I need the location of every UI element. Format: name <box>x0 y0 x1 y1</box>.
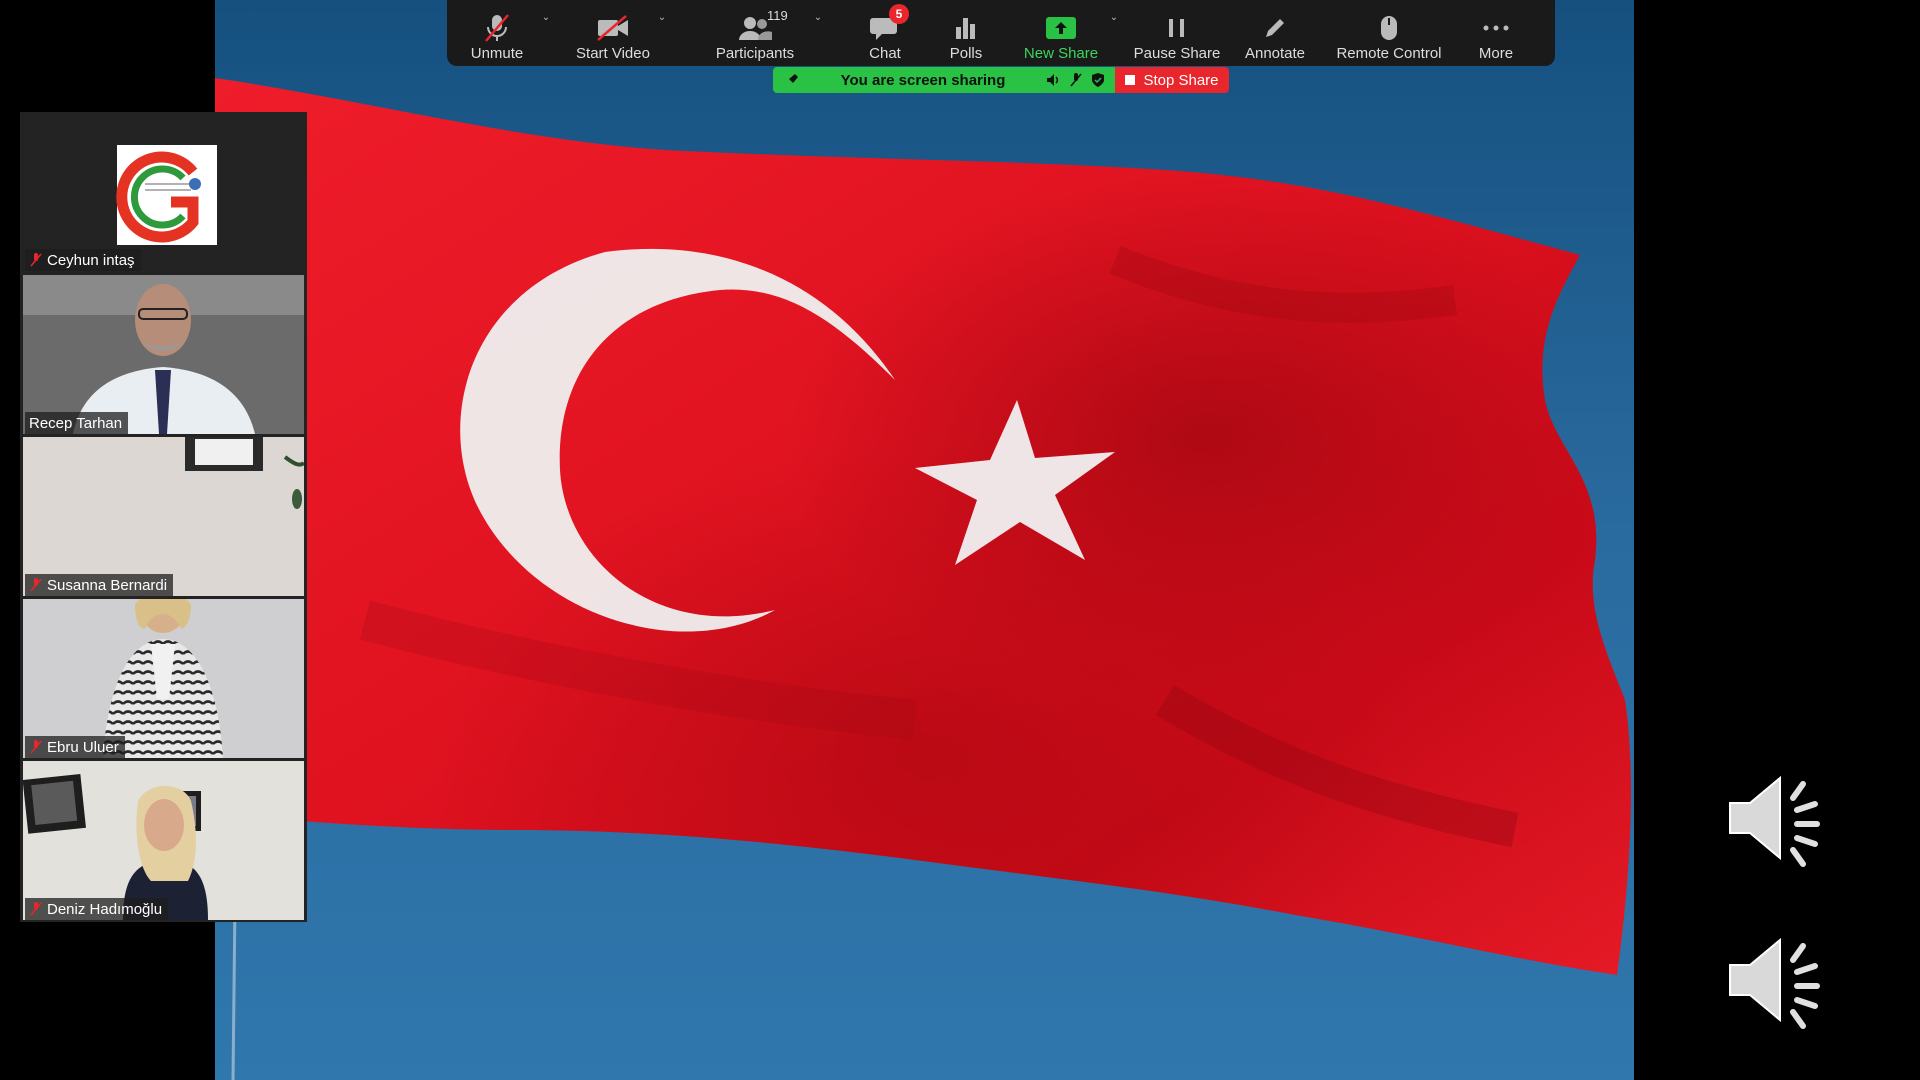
meeting-toolbar: Unmute ⌄ Start Video ⌄ Participants 119 … <box>447 0 1555 66</box>
remote-control-button[interactable]: Remote Control <box>1329 0 1449 66</box>
chevron-down-icon[interactable]: ⌄ <box>1107 12 1121 23</box>
participant-logo <box>116 145 217 245</box>
share-screen-icon <box>1045 11 1077 45</box>
chat-button[interactable]: Chat 5 <box>845 0 925 66</box>
participant-name-tag: Susanna Bernardi <box>25 574 174 596</box>
participants-button[interactable]: Participants 119 ⌄ <box>695 0 822 66</box>
turkish-flag-image <box>215 0 1634 1080</box>
pencil-icon <box>1262 11 1288 45</box>
more-label: More <box>1478 45 1514 62</box>
participant-name-tag: Deniz Hadımoğlu <box>25 898 169 920</box>
chevron-down-icon[interactable]: ⌄ <box>811 12 825 23</box>
microphone-muted-icon[interactable] <box>1065 72 1087 88</box>
annotate-label: Annotate <box>1244 45 1306 62</box>
microphone-muted-icon <box>30 740 42 754</box>
chat-unread-badge: 5 <box>889 4 909 24</box>
chevron-down-icon[interactable]: ⌄ <box>655 12 669 23</box>
remote-control-label: Remote Control <box>1336 45 1442 62</box>
participant-tile[interactable]: Recep Tarhan <box>23 275 304 434</box>
new-share-button[interactable]: New Share ⌄ <box>1013 0 1118 66</box>
participant-tile[interactable]: Ebru Uluer <box>23 599 304 758</box>
mouse-icon <box>1379 11 1399 45</box>
annotate-button[interactable]: Annotate <box>1235 0 1315 66</box>
participant-video <box>23 599 304 758</box>
participant-name: Susanna Bernardi <box>47 576 168 594</box>
participants-count: 119 <box>767 8 788 23</box>
new-share-label: New Share <box>1023 45 1099 62</box>
polls-label: Polls <box>949 45 983 62</box>
speaker-icon[interactable] <box>1725 930 1825 1030</box>
participant-name: Deniz Hadımoğlu <box>47 900 163 918</box>
screen-sharing-banner: You are screen sharing <box>773 67 1115 93</box>
participant-video <box>23 275 304 434</box>
participant-tile[interactable]: Ceyhun intaş <box>23 112 304 271</box>
video-off-icon <box>596 11 630 45</box>
shared-screen <box>215 0 1634 1080</box>
pause-icon <box>1166 11 1188 45</box>
participant-name-tag: Ebru Uluer <box>25 736 125 758</box>
polls-icon <box>953 11 979 45</box>
start-video-label: Start Video <box>576 45 650 62</box>
stop-share-label: Stop Share <box>1143 71 1219 89</box>
participant-gallery: Ceyhun intaş Recep Tarhan Susanna Bernar… <box>20 112 307 922</box>
unmute-label: Unmute <box>470 45 524 62</box>
participant-video <box>23 437 304 596</box>
participants-label: Participants <box>715 45 795 62</box>
microphone-muted-icon <box>482 11 512 45</box>
unmute-button[interactable]: Unmute ⌄ <box>447 0 550 66</box>
participant-tile[interactable]: Deniz Hadımoğlu <box>23 761 304 920</box>
participant-name: Ebru Uluer <box>47 738 119 756</box>
chat-label: Chat <box>869 45 901 62</box>
participant-name: Recep Tarhan <box>29 414 123 432</box>
speaker-icon[interactable] <box>1725 768 1825 868</box>
chevron-down-icon[interactable]: ⌄ <box>539 12 553 23</box>
stop-share-button[interactable]: Stop Share <box>1115 67 1229 93</box>
participant-video <box>23 761 304 920</box>
screen-sharing-message: You are screen sharing <box>840 71 1006 89</box>
polls-button[interactable]: Polls <box>931 0 1001 66</box>
more-button[interactable]: More <box>1461 0 1531 66</box>
participant-name-tag: Ceyhun intaş <box>25 249 141 271</box>
pin-icon[interactable] <box>781 73 803 87</box>
more-dots-icon <box>1481 11 1511 45</box>
audio-icon[interactable] <box>1043 73 1065 87</box>
microphone-muted-icon <box>30 578 42 592</box>
participant-tile[interactable]: Susanna Bernardi <box>23 437 304 596</box>
microphone-muted-icon <box>30 902 42 916</box>
participant-name-tag: Recep Tarhan <box>25 412 129 434</box>
microphone-muted-icon <box>30 253 42 267</box>
participant-name: Ceyhun intaş <box>47 251 135 269</box>
stop-icon <box>1125 75 1136 85</box>
start-video-button[interactable]: Start Video ⌄ <box>553 0 673 66</box>
shield-icon[interactable] <box>1087 72 1109 88</box>
pause-share-label: Pause Share <box>1133 45 1221 62</box>
pause-share-button[interactable]: Pause Share <box>1127 0 1227 66</box>
